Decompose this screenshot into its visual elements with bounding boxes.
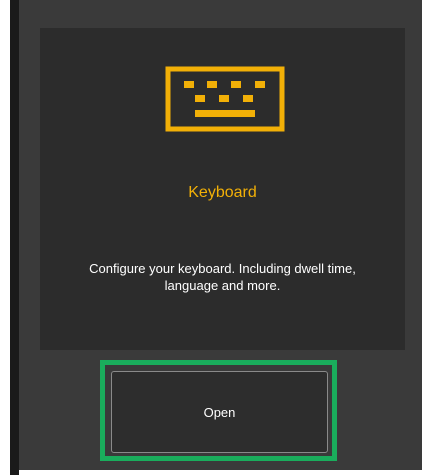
keyboard-icon (165, 66, 285, 132)
keyboard-settings-card: Keyboard Configure your keyboard. Includ… (40, 28, 405, 350)
settings-page: Keyboard Configure your keyboard. Includ… (0, 0, 424, 475)
open-button[interactable]: Open (111, 371, 328, 453)
card-description: Configure your keyboard. Including dwell… (89, 261, 356, 293)
card-title: Keyboard (188, 184, 257, 201)
left-edge-bar (10, 0, 19, 475)
